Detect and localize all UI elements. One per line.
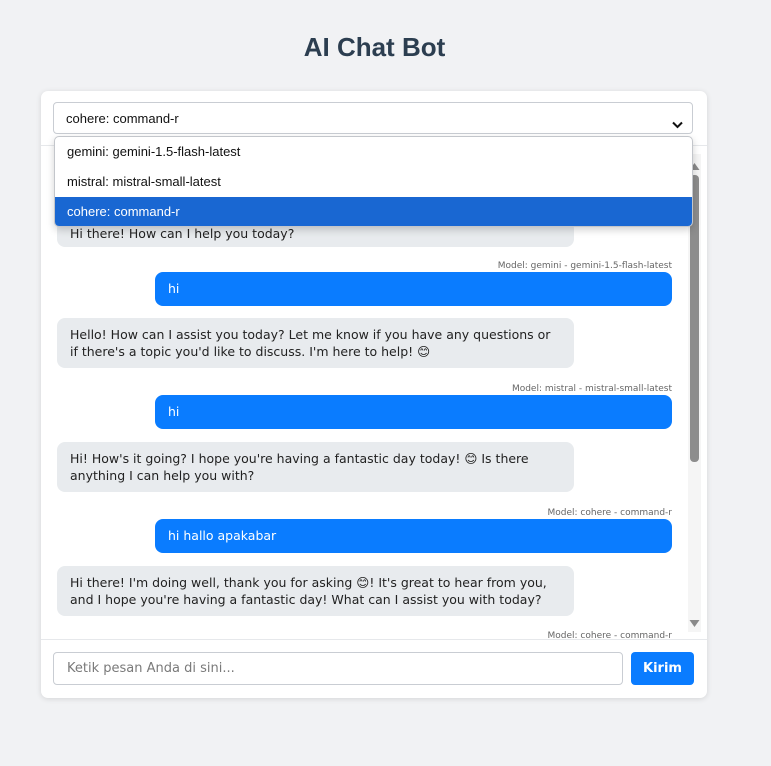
model-option-gemini[interactable]: gemini: gemini-1.5-flash-latest: [55, 137, 692, 167]
user-message: hi: [155, 395, 672, 429]
message-model-label: Model: gemini - gemini-1.5-flash-latest: [497, 261, 672, 271]
model-select-value: cohere: command-r: [66, 111, 179, 126]
bot-message: Hi! How's it going? I hope you're having…: [57, 442, 574, 492]
user-message: hi hallo apakabar: [155, 519, 672, 553]
message-model-label: Model: cohere - command-r: [547, 508, 673, 518]
bot-message: Hi there! I'm doing well, thank you for …: [57, 566, 574, 616]
scroll-down-arrow-icon[interactable]: [689, 613, 700, 632]
model-option-cohere[interactable]: cohere: command-r: [55, 197, 692, 226]
model-dropdown-list: gemini: gemini-1.5-flash-latest mistral:…: [54, 136, 693, 227]
message-model-label: Model: cohere - command-r: [547, 631, 673, 640]
model-select[interactable]: cohere: command-r: [53, 102, 693, 134]
chevron-down-icon: [672, 114, 683, 133]
model-option-mistral[interactable]: mistral: mistral-small-latest: [55, 167, 692, 197]
message-model-label: Model: mistral - mistral-small-latest: [511, 384, 672, 394]
page-title: AI Chat Bot: [303, 32, 446, 62]
user-message: hi: [155, 272, 672, 306]
bot-message: Hello! How can I assist you today? Let m…: [57, 318, 574, 368]
message-input[interactable]: [53, 652, 623, 685]
send-button[interactable]: Kirim: [631, 652, 694, 685]
chat-card: cohere: command-r Hi there! How can I he…: [41, 91, 707, 698]
